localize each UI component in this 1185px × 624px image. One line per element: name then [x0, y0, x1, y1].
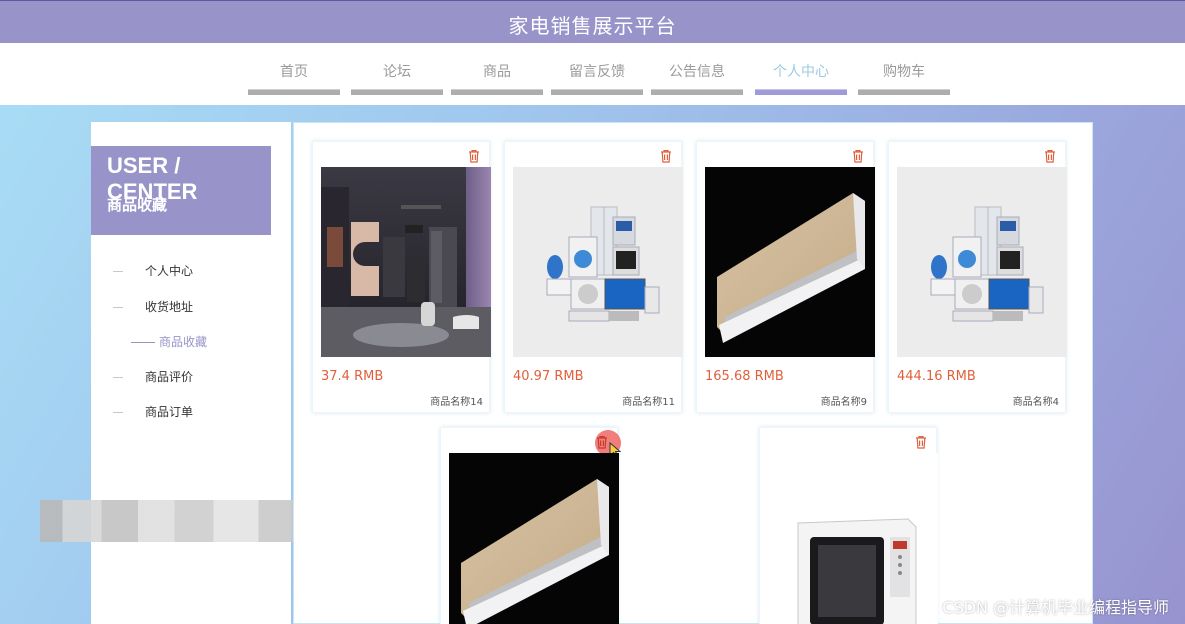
trash-icon[interactable] [914, 435, 928, 449]
nav-underline [451, 89, 543, 95]
product-name: 商品名称14 [430, 397, 483, 408]
sidebar-item-favorites[interactable]: 商品收藏 [131, 333, 207, 350]
nav-item-user-center[interactable]: 个人中心 [755, 61, 847, 95]
favorite-card[interactable]: 40.97 RMB 商品名称11 [504, 141, 683, 413]
product-price: 37.4 RMB [321, 369, 384, 384]
sidebar-item-address[interactable]: 收货地址 [113, 298, 193, 315]
product-image-microwave-oven [768, 453, 938, 624]
site-header: 家电销售展示平台 [0, 0, 1185, 43]
sidebar-item-orders[interactable]: 商品订单 [113, 403, 193, 420]
product-image-appliance-collage [897, 167, 1067, 357]
favorite-card[interactable] [440, 427, 622, 624]
product-name: 商品名称4 [1012, 397, 1059, 408]
redacted-mosaic [40, 500, 320, 542]
favorite-card[interactable] [759, 427, 938, 624]
product-image-kitchen-room [321, 167, 491, 357]
product-image-air-conditioner [705, 167, 875, 357]
nav-underline [351, 89, 443, 95]
menu-dash [131, 342, 155, 343]
user-sidebar: USER / CENTER 商品收藏 个人中心 收货地址 商品收藏 商品评价 商… [91, 122, 291, 624]
nav-item-feedback[interactable]: 留言反馈 [551, 61, 643, 95]
menu-dash [113, 271, 123, 272]
trash-icon[interactable] [851, 149, 865, 163]
favorite-card[interactable]: 37.4 RMB 商品名称14 [312, 141, 491, 413]
product-name: 商品名称11 [622, 397, 675, 408]
main-nav: 首页 论坛 商品 留言反馈 公告信息 个人中心 购物车 [0, 43, 1185, 105]
product-image-appliance-collage [513, 167, 683, 357]
nav-item-label: 论坛 [383, 64, 411, 80]
nav-item-cart[interactable]: 购物车 [858, 61, 950, 95]
favorites-panel: 37.4 RMB 商品名称14 40.97 RMB 商品名称11 165.68 … [293, 122, 1093, 624]
trash-icon[interactable] [467, 149, 481, 163]
sidebar-item-label: 个人中心 [145, 264, 194, 278]
nav-underline [858, 89, 950, 95]
nav-item-announcements[interactable]: 公告信息 [651, 61, 743, 95]
trash-icon[interactable] [1043, 149, 1057, 163]
favorite-card[interactable]: 444.16 RMB 商品名称4 [888, 141, 1067, 413]
trash-icon[interactable] [659, 149, 673, 163]
nav-item-label: 个人中心 [773, 64, 829, 80]
nav-item-forum[interactable]: 论坛 [351, 61, 443, 95]
product-price: 165.68 RMB [705, 369, 784, 384]
sidebar-item-label: 商品订单 [145, 405, 194, 419]
product-image-air-conditioner [449, 453, 619, 624]
nav-item-label: 留言反馈 [569, 64, 625, 80]
product-name: 商品名称9 [820, 397, 867, 408]
nav-underline [248, 89, 340, 95]
nav-underline [551, 89, 643, 95]
nav-item-home[interactable]: 首页 [248, 61, 340, 95]
menu-dash [113, 307, 123, 308]
nav-item-label: 公告信息 [669, 64, 725, 80]
nav-underline [755, 89, 847, 95]
nav-item-products[interactable]: 商品 [451, 61, 543, 95]
menu-dash [113, 377, 123, 378]
nav-underline [651, 89, 743, 95]
nav-item-label: 购物车 [883, 64, 925, 80]
sidebar-item-label: 收货地址 [145, 300, 194, 314]
sidebar-item-label: 商品评价 [145, 370, 194, 384]
sidebar-item-reviews[interactable]: 商品评价 [113, 368, 193, 385]
sidebar-item-user-center[interactable]: 个人中心 [113, 262, 193, 279]
product-price: 444.16 RMB [897, 369, 976, 384]
nav-item-label: 首页 [280, 64, 308, 80]
sidebar-header: USER / CENTER 商品收藏 [91, 146, 271, 235]
sidebar-item-label: 商品收藏 [159, 335, 208, 349]
watermark: CSDN @计算机毕业编程指导师 [942, 598, 1169, 617]
site-title: 家电销售展示平台 [508, 14, 677, 38]
menu-dash [113, 412, 123, 413]
sidebar-subtitle: 商品收藏 [107, 196, 168, 214]
trash-icon[interactable] [595, 435, 609, 449]
nav-item-label: 商品 [483, 64, 511, 80]
favorite-card[interactable]: 165.68 RMB 商品名称9 [696, 141, 875, 413]
product-price: 40.97 RMB [513, 369, 584, 384]
